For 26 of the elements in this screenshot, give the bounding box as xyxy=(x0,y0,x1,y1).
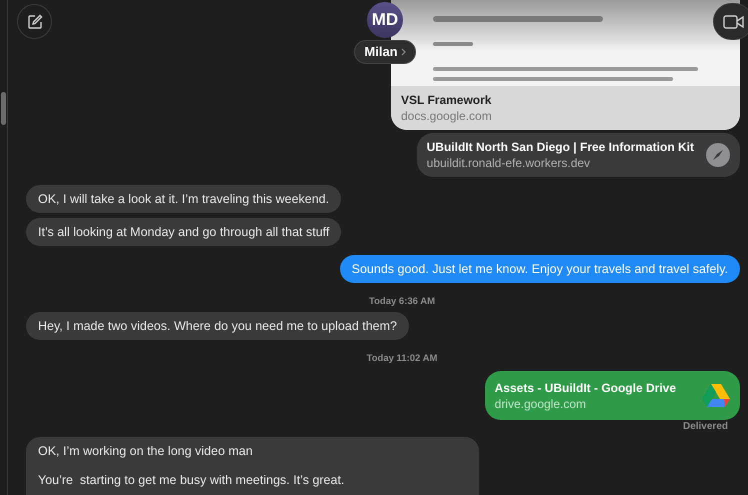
timestamp: Today 11:02 AM xyxy=(366,353,438,365)
compass-icon xyxy=(706,143,730,167)
timestamp: Today 6:36 AM xyxy=(369,296,435,308)
link-title: VSL Framework xyxy=(401,92,492,108)
compose-button[interactable] xyxy=(17,4,52,39)
message-bubble: Hey, I made two videos. Where do you need me to upload them? xyxy=(26,312,409,340)
message-bubble: It’s all looking at Monday and go through all that stuff xyxy=(26,218,342,246)
link-bubble[interactable]: Assets - UBuildIt - Google Drive drive.google.com xyxy=(484,371,740,420)
link-title: Assets - UBuildIt - Google Drive xyxy=(494,380,676,396)
link-bubble[interactable]: UBuildIt North San Diego | Free Information Kit ubuildit.ronald-efe.workers.dev xyxy=(416,133,740,177)
scrollbar-thumb[interactable] xyxy=(1,92,6,125)
message-bubble: Sounds good. Just let me know. Enjoy your travels and travel safely. xyxy=(340,255,740,283)
message-bubble: OK, I will take a look at it. I’m traveling this weekend. xyxy=(26,185,342,213)
link-domain: drive.google.com xyxy=(494,396,588,412)
drive-logo-icon xyxy=(702,383,730,408)
link-domain: ubuildit.ronald-efe.workers.dev xyxy=(426,155,592,171)
message-text: OK, I’m working on the long video man xyxy=(38,443,254,459)
contact-avatar[interactable]: MD xyxy=(367,2,403,38)
message-text: You’re starting to get me busy with meetings. It’s great. xyxy=(38,472,346,488)
link-domain: docs.google.com xyxy=(401,108,493,124)
compose-icon xyxy=(26,14,42,30)
contact-name-button[interactable]: Milan xyxy=(354,40,416,64)
link-title: UBuildIt North San Diego | Free Information Kit xyxy=(426,139,694,155)
delivery-status: Delivered xyxy=(682,420,728,433)
chevron-icon xyxy=(400,48,406,56)
video-camera-icon xyxy=(723,14,745,28)
